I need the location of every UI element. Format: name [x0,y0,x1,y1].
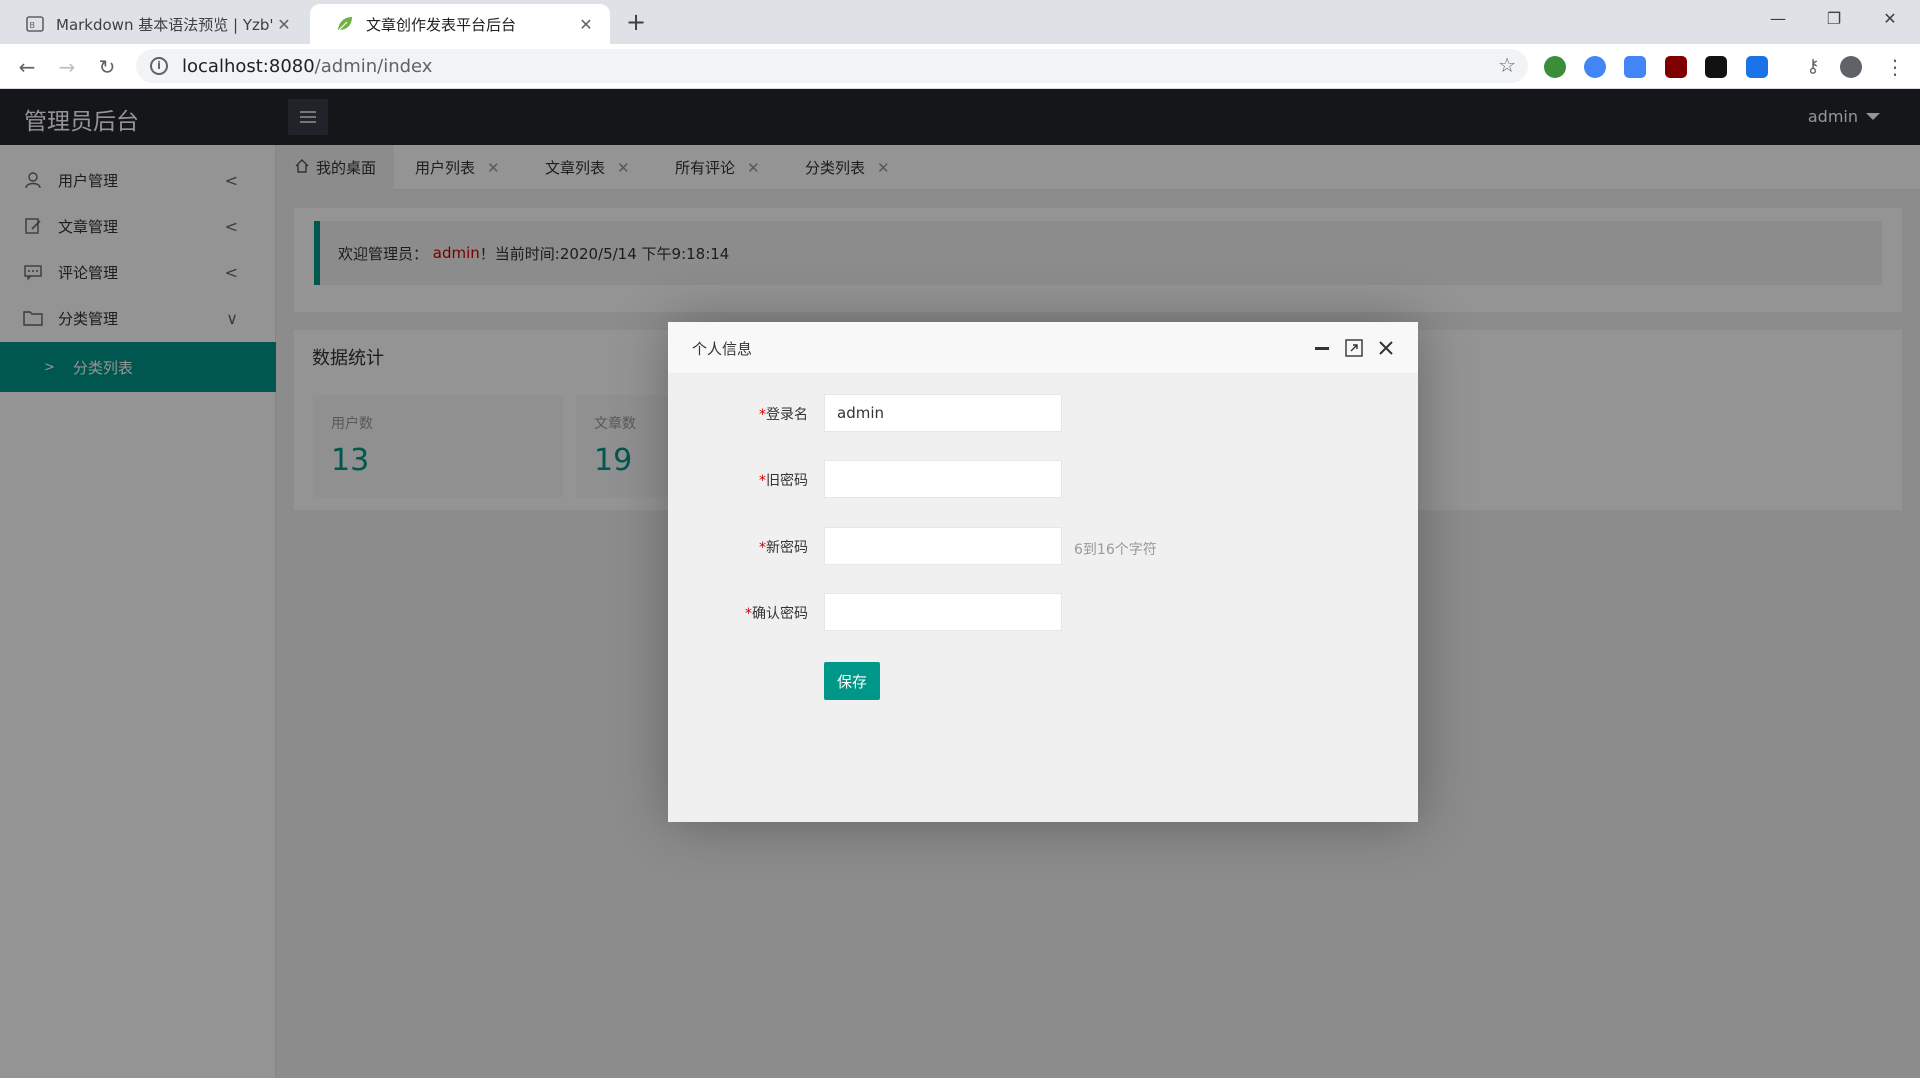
old-password-input[interactable] [824,460,1062,498]
maximize-icon[interactable] [1342,336,1366,360]
extension-grid-icon[interactable] [1746,56,1768,78]
field-label: *旧密码 [759,473,808,489]
blog-favicon-icon: B [26,15,44,33]
close-icon[interactable] [1374,336,1398,360]
reload-icon[interactable]: ↻ [92,52,122,82]
confirm-password-input[interactable] [824,593,1062,631]
ublock-icon[interactable] [1665,56,1687,78]
extension-mask-icon[interactable] [1705,56,1727,78]
extension-globe-icon[interactable] [1544,56,1566,78]
browser-tab-title: 文章创作发表平台后台 [366,15,517,34]
field-label: *登录名 [759,407,808,423]
site-info-icon[interactable]: i [150,57,168,75]
profile-avatar-icon[interactable] [1840,56,1862,78]
close-tab-icon[interactable]: ✕ [576,15,596,34]
extension-translate-icon[interactable] [1584,56,1606,78]
form-row-confirm-password: *确认密码 [668,593,1418,631]
svg-text:B: B [30,21,36,30]
browser-tab-admin[interactable]: 文章创作发表平台后台 ✕ [310,4,610,44]
url-text: localhost:8080/admin/index [182,55,433,77]
login-name-input[interactable] [824,394,1062,432]
save-button[interactable]: 保存 [824,662,880,700]
field-label: *确认密码 [745,606,808,622]
profile-modal: 个人信息 *登录名 *旧密码 *新密码 6到16个字符 *确认密码 保存 [668,322,1418,822]
field-label: *新密码 [759,540,808,556]
password-hint: 6到16个字符 [1074,542,1157,558]
modal-title: 个人信息 [692,340,753,358]
bookmark-star-icon[interactable]: ☆ [1498,53,1516,77]
browser-tab-markdown[interactable]: B Markdown 基本语法预览 | Yzb' ✕ [0,4,308,44]
form-row-old-password: *旧密码 [668,460,1418,498]
browser-tab-title: Markdown 基本语法预览 | Yzb' [56,15,274,34]
browser-toolbar: ← → ↻ i localhost:8080/admin/index ☆ 3 ⚷… [0,44,1920,124]
restore-window-button[interactable]: ❐ [1806,4,1862,34]
close-tab-icon[interactable]: ✕ [274,15,294,34]
close-window-button[interactable]: ✕ [1862,4,1918,34]
password-key-icon[interactable]: ⚷ [1798,52,1828,82]
modal-body: *登录名 *旧密码 *新密码 6到16个字符 *确认密码 保存 [668,374,1418,822]
browser-tab-strip: B Markdown 基本语法预览 | Yzb' ✕ 文章创作发表平台后台 ✕ … [0,0,1920,44]
back-arrow-icon[interactable]: ← [12,52,42,82]
address-bar[interactable]: i localhost:8080/admin/index ☆ [136,49,1528,83]
new-tab-button[interactable]: + [622,8,650,36]
leaf-favicon-icon [336,15,354,33]
new-password-input[interactable] [824,527,1062,565]
forward-arrow-icon[interactable]: → [52,52,82,82]
modal-header: 个人信息 [668,322,1418,374]
google-translate-icon[interactable] [1624,56,1646,78]
minimize-window-button[interactable]: — [1750,4,1806,34]
form-row-new-password: *新密码 6到16个字符 [668,527,1418,565]
form-row-login-name: *登录名 [668,394,1418,432]
minimize-icon[interactable] [1310,336,1334,360]
chrome-menu-icon[interactable]: ⋮ [1880,52,1910,82]
